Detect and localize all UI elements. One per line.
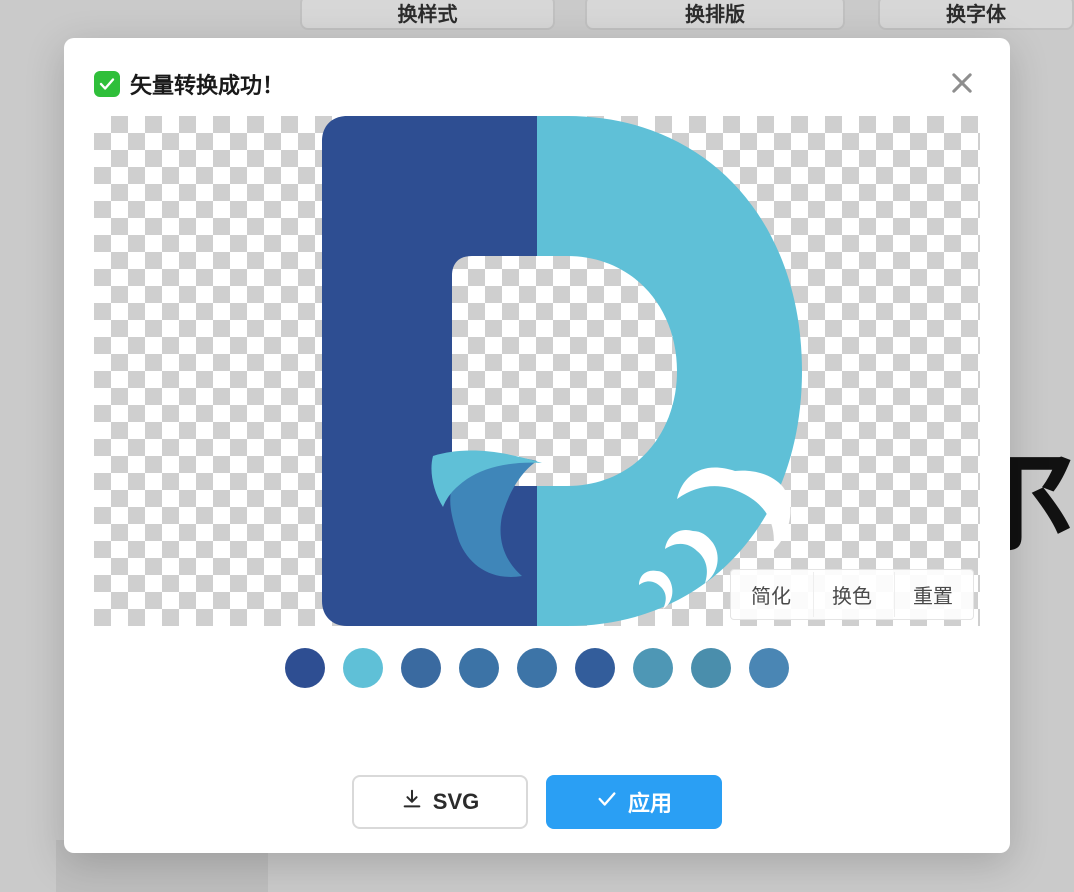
- reset-button[interactable]: 重置: [894, 572, 971, 617]
- modal-header: 矢量转换成功！: [94, 66, 980, 102]
- success-check-icon: [94, 71, 120, 97]
- close-icon: [948, 69, 976, 100]
- close-button[interactable]: [944, 66, 980, 102]
- color-swatch-row: [94, 648, 980, 688]
- preview-canvas[interactable]: 简化 换色 重置: [94, 116, 980, 626]
- color-swatch-8[interactable]: [749, 648, 789, 688]
- color-swatch-4[interactable]: [517, 648, 557, 688]
- apply-button[interactable]: 应用: [546, 775, 722, 829]
- simplify-button[interactable]: 简化: [733, 572, 809, 617]
- recolor-button[interactable]: 换色: [813, 572, 890, 617]
- color-swatch-2[interactable]: [401, 648, 441, 688]
- download-icon: [401, 788, 423, 816]
- modal-title: 矢量转换成功！: [130, 68, 284, 100]
- color-swatch-6[interactable]: [633, 648, 673, 688]
- modal-footer: SVG 应用: [94, 741, 980, 829]
- color-swatch-1[interactable]: [343, 648, 383, 688]
- modal-title-wrap: 矢量转换成功！: [94, 68, 284, 100]
- color-swatch-5[interactable]: [575, 648, 615, 688]
- canvas-toolbar: 简化 换色 重置: [730, 569, 974, 620]
- color-swatch-0[interactable]: [285, 648, 325, 688]
- color-swatch-3[interactable]: [459, 648, 499, 688]
- vector-preview-graphic: [237, 111, 837, 631]
- download-svg-label: SVG: [433, 789, 479, 815]
- apply-label: 应用: [628, 786, 672, 818]
- download-svg-button[interactable]: SVG: [352, 775, 528, 829]
- check-icon: [596, 788, 618, 816]
- color-swatch-7[interactable]: [691, 648, 731, 688]
- vector-success-modal: 矢量转换成功！ 简化: [64, 38, 1010, 853]
